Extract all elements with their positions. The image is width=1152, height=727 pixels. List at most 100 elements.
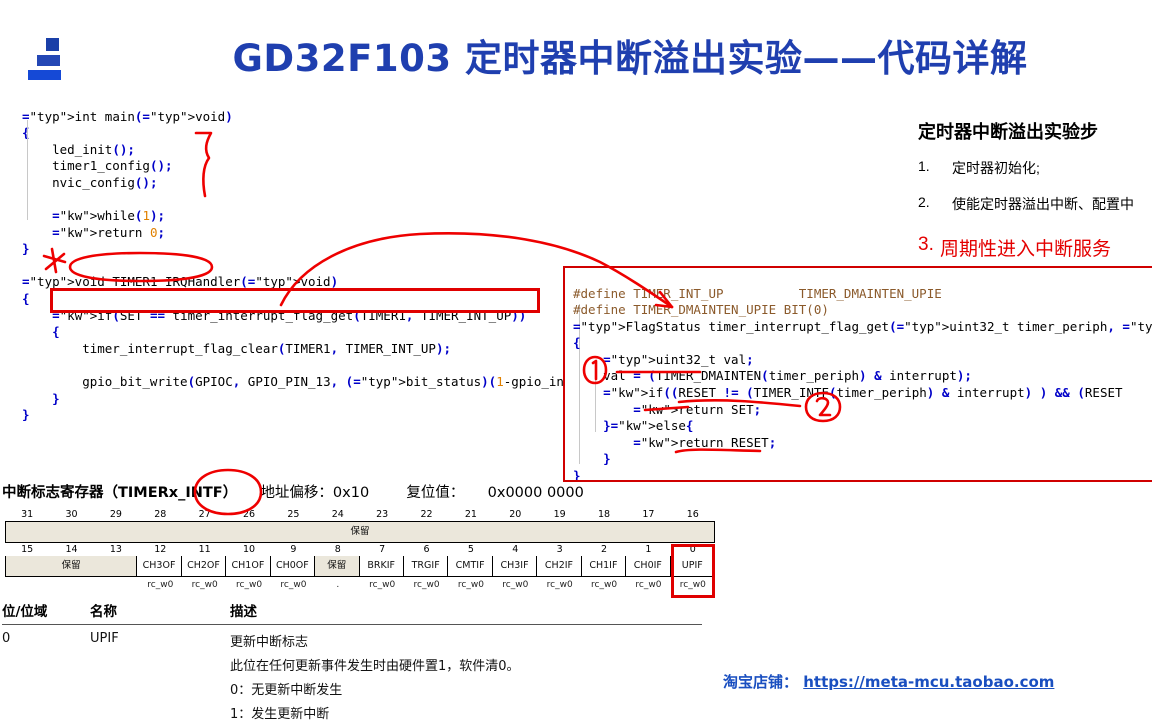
bit-number-row-low: 15 14 13 12 11 10 9 8 7 6 5 4 3 2 1 0: [5, 543, 715, 556]
page-title: GD32F103 定时器中断溢出实验——代码详解: [232, 37, 1028, 80]
bit-cell-CH0IF: CH0IF: [626, 556, 671, 576]
bit-cell-CMTIF: CMTIF: [448, 556, 493, 576]
register-reset-value: 0x0000 0000: [487, 485, 584, 501]
bit-number: 3: [556, 544, 563, 555]
bit-access-CH2IF: rc_w0: [546, 580, 573, 590]
bit-number: 12: [154, 544, 167, 555]
bit-cell-reserved: 保留: [6, 522, 714, 542]
step-item-3: 3. 周期性进入中断服务: [918, 234, 1152, 261]
bit-number: 2: [601, 544, 608, 555]
desc-header-bit: 位/位域: [2, 604, 48, 620]
bit-number: 24: [331, 509, 344, 520]
desc-cell-bit: 0: [2, 631, 11, 646]
desc-cell-name: UPIF: [90, 631, 119, 646]
bit-number: 19: [553, 509, 566, 520]
step-item-1: 1. 定时器初始化;: [918, 158, 1152, 178]
bit-access-BRKIF: rc_w0: [369, 580, 396, 590]
step-text: 周期性进入中断服务: [940, 239, 1112, 260]
step-number: 3.: [918, 234, 934, 255]
bit-number: 23: [376, 509, 389, 520]
steps-list: 1. 定时器初始化; 2. 使能定时器溢出中断、配置中 3. 周期性进入中断服务: [918, 158, 1152, 261]
desc-cell-description: 更新中断标志 此位在任何更新事件发生时由硬件置1，软件清0。 0：无更新中断发生 1：…: [230, 631, 702, 727]
bit-number: 5: [467, 544, 474, 555]
bit-number: 20: [509, 509, 522, 520]
register-offset-label: 地址偏移：0x10: [260, 485, 370, 501]
shop-link[interactable]: https://meta-mcu.taobao.com: [803, 673, 1054, 691]
bit-cell-CH1OF: CH1OF: [226, 556, 271, 576]
bit-number: 10: [243, 544, 256, 555]
desc-header-name: 名称: [90, 604, 117, 620]
bit-number: 29: [109, 509, 122, 520]
bit-cell-CH2OF: CH2OF: [181, 556, 227, 576]
step-number: 1.: [918, 158, 930, 174]
register-reset-label: 复位值：: [406, 485, 465, 501]
bit-number: 6: [423, 544, 430, 555]
desc-line-2: 此位在任何更新事件发生时由硬件置1，软件清0。: [230, 659, 520, 674]
desc-header-desc: 描述: [230, 604, 257, 620]
bit-access-CH2OF: rc_w0: [191, 580, 218, 590]
bit-access-CH0IF: rc_w0: [635, 580, 662, 590]
bit-number: 4: [512, 544, 519, 555]
bit-number: 17: [642, 509, 655, 520]
bit-access-CH3IF: rc_w0: [502, 580, 529, 590]
steps-heading: 定时器中断溢出实验步: [918, 122, 1098, 142]
bit-number: 18: [598, 509, 611, 520]
logo-bar-bottom: [28, 70, 61, 80]
bit-cell-保留: 保留: [315, 556, 360, 576]
bit-access-CMTIF: rc_w0: [457, 580, 484, 590]
code-gutter-line: [27, 120, 28, 220]
desc-row-upif: 0 UPIF 更新中断标志 此位在任何更新事件发生时由硬件置1，软件清0。 0：无更…: [2, 625, 702, 727]
bit-cell-CH3OF: CH3OF: [137, 556, 182, 576]
bit-number: 7: [379, 544, 386, 555]
step-item-2: 2. 使能定时器溢出中断、配置中: [918, 194, 1152, 214]
bit-access-保留: .: [336, 580, 340, 590]
bit-number: 9: [290, 544, 297, 555]
bit-description-table: 位/位域 名称 描述 0 UPIF 更新中断标志 此位在任何更新事件发生时由硬件置…: [2, 600, 702, 727]
bit-cell-CH3IF: CH3IF: [492, 556, 538, 576]
bit-cell-BRKIF: BRKIF: [359, 556, 404, 576]
bit-access-CH3OF: rc_w0: [147, 580, 174, 590]
bit-field-row-high: 保留: [5, 521, 715, 543]
bit-number: 13: [109, 544, 122, 555]
bit-number: 25: [287, 509, 300, 520]
bit-number: 11: [198, 544, 211, 555]
bit-number: 14: [65, 544, 78, 555]
bit-number: 26: [243, 509, 256, 520]
bit-access-CH1OF: rc_w0: [236, 580, 263, 590]
logo-bar-top: [46, 38, 59, 51]
bit-number: 30: [65, 509, 78, 520]
logo-bar-mid: [37, 55, 60, 66]
code-text-main: ="typ">int main(="typ">void) { led_init(…: [22, 108, 572, 423]
code-text-library: #define TIMER_INT_UP TIMER_DMAINTEN_UPIE…: [573, 285, 1152, 482]
bit-field-row-low: 保留 CH3OF CH2OF CH1OF CH0OF 保留 BRKIF TRGIF CMTIF C…: [5, 556, 715, 577]
code-block-main: ="typ">int main(="typ">void) { led_init(…: [22, 96, 571, 436]
bit-access-CH0OF: rc_w0: [280, 580, 307, 590]
bit-number: 31: [21, 509, 34, 520]
code-block-library: #define TIMER_INT_UP TIMER_DMAINTEN_UPIE…: [563, 266, 1152, 482]
step-text: 使能定时器溢出中断、配置中: [952, 196, 1134, 212]
register-title: 中断标志寄存器（TIMERx_INTF） 地址偏移：0x10 复位值： 0x00…: [2, 481, 584, 502]
bit-cell-TRGIF: TRGIF: [403, 556, 449, 576]
bit-access-TRGIF: rc_w0: [413, 580, 440, 590]
step-number: 2.: [918, 194, 930, 210]
register-name-label: 中断标志寄存器（TIMERx_INTF）: [2, 485, 238, 501]
desc-line-3: 0：无更新中断发生: [230, 683, 343, 698]
experiment-steps-panel: 定时器中断溢出实验步 1. 定时器初始化; 2. 使能定时器溢出中断、配置中 3. 周期性…: [918, 118, 1152, 277]
bit-number: 22: [420, 509, 433, 520]
bit-number: 8: [334, 544, 341, 555]
bit-cell-CH2IF: CH2IF: [537, 556, 582, 576]
bit-cell-UPIF: UPIF: [670, 556, 714, 576]
bit-number: 1: [645, 544, 652, 555]
bit-cell-CH1IF: CH1IF: [581, 556, 627, 576]
bit-access-保留: [5, 577, 138, 590]
bit-number: 16: [686, 509, 699, 520]
bit-number: 0: [689, 544, 696, 555]
step-text: 定时器初始化;: [952, 160, 1040, 176]
bit-access-CH1IF: rc_w0: [591, 580, 618, 590]
brand-logo: [28, 36, 74, 80]
bit-number: 28: [154, 509, 167, 520]
bit-number: 21: [464, 509, 477, 520]
bit-number: 15: [21, 544, 34, 555]
bit-number-row-high: 31 30 29 28 27 26 25 24 23 22 21 20 19 18 17 16: [5, 508, 715, 521]
register-bit-table: 31 30 29 28 27 26 25 24 23 22 21 20 19 18 17 16 保留 15 14…: [5, 508, 715, 590]
